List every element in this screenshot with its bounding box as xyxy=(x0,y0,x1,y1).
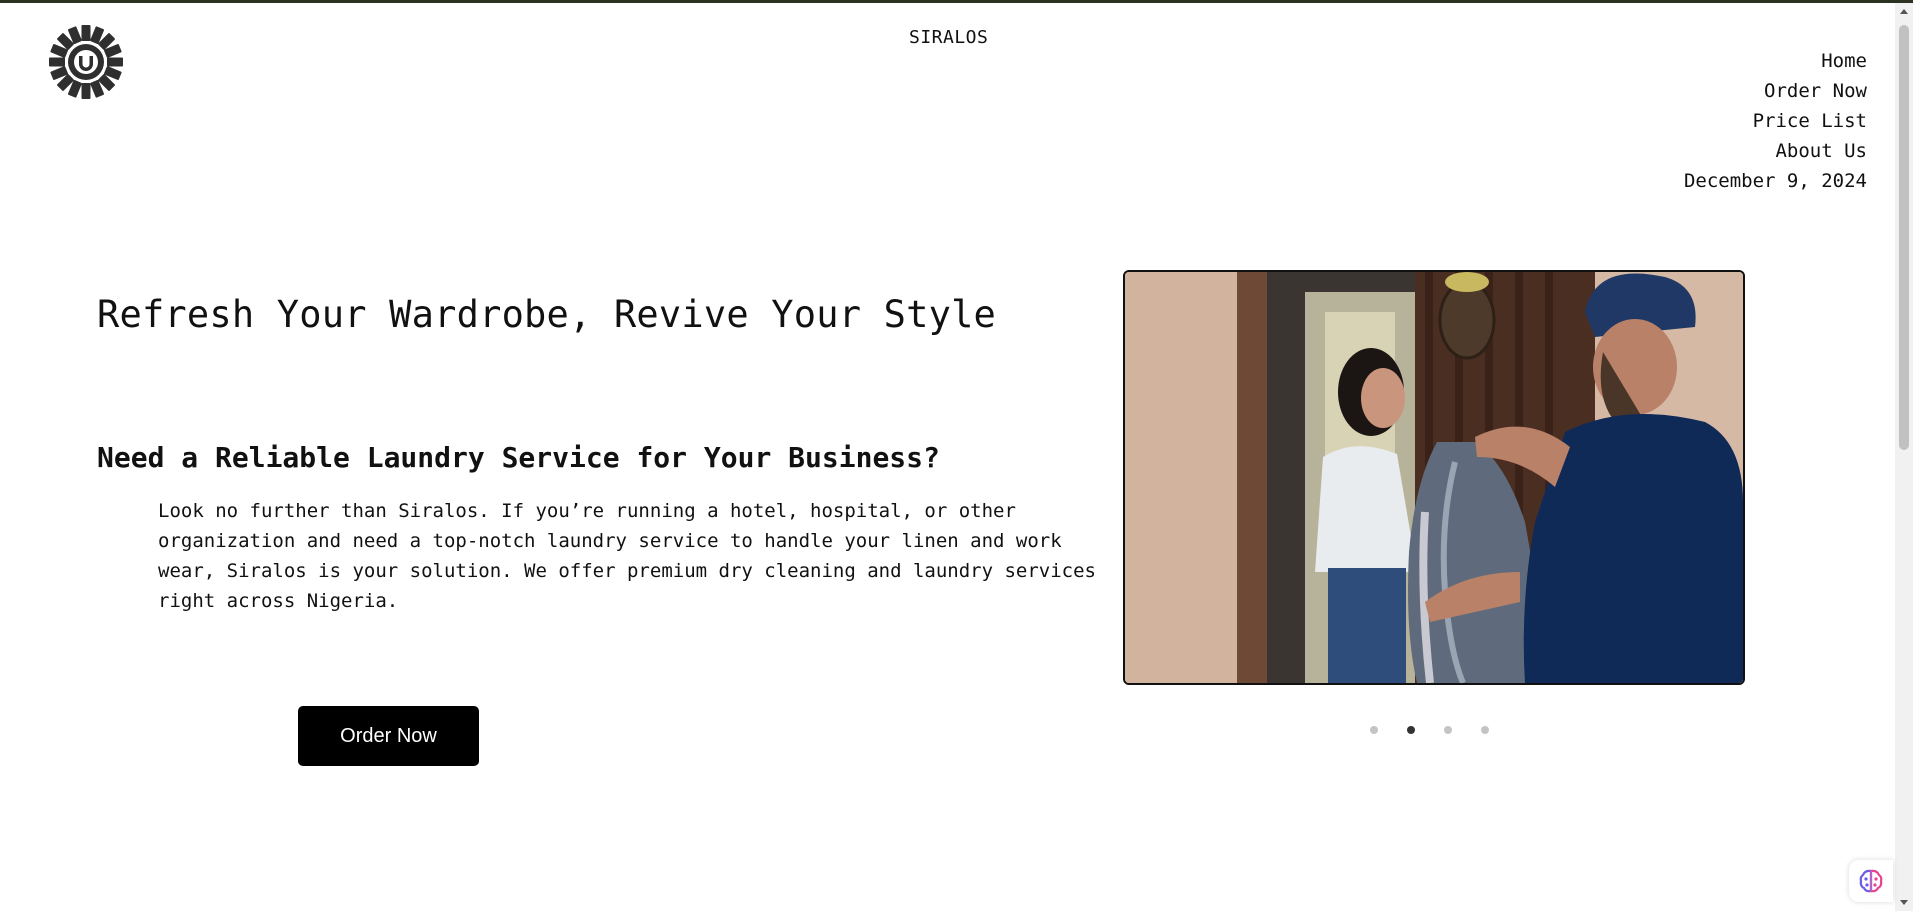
carousel-dots xyxy=(1370,726,1489,736)
carousel-dot-4[interactable] xyxy=(1481,726,1489,734)
main-nav: Home Order Now Price List About Us Decem… xyxy=(1684,46,1867,196)
nav-price-list[interactable]: Price List xyxy=(1684,106,1867,136)
hero-carousel[interactable] xyxy=(1123,270,1745,685)
nav-order-now[interactable]: Order Now xyxy=(1684,76,1867,106)
nav-home[interactable]: Home xyxy=(1684,46,1867,76)
assistant-widget[interactable] xyxy=(1849,860,1893,902)
current-date: December 9, 2024 xyxy=(1683,170,1867,192)
page: SIRALOS Home Order Now Price List About … xyxy=(0,3,1895,911)
hero-subtitle: Need a Reliable Laundry Service for Your… xyxy=(97,441,940,474)
carousel-dot-1[interactable] xyxy=(1370,726,1378,734)
order-now-button[interactable]: Order Now xyxy=(298,706,479,766)
scroll-down-icon[interactable] xyxy=(1900,900,1908,905)
hero-title: Refresh Your Wardrobe, Revive Your Style xyxy=(97,293,997,336)
delivery-photo xyxy=(1125,272,1743,683)
scroll-up-icon[interactable] xyxy=(1900,9,1908,14)
sun-logo-icon[interactable] xyxy=(48,24,124,100)
vertical-scrollbar[interactable] xyxy=(1895,3,1913,911)
scroll-thumb[interactable] xyxy=(1899,25,1909,450)
site-brand: SIRALOS xyxy=(909,27,989,48)
carousel-dot-2[interactable] xyxy=(1407,726,1415,734)
carousel-dot-3[interactable] xyxy=(1444,726,1452,734)
hero-description: Look no further than Siralos. If you’re … xyxy=(158,500,1096,612)
brain-assistant-icon xyxy=(1859,869,1883,893)
nav-about-us[interactable]: About Us xyxy=(1684,136,1867,166)
